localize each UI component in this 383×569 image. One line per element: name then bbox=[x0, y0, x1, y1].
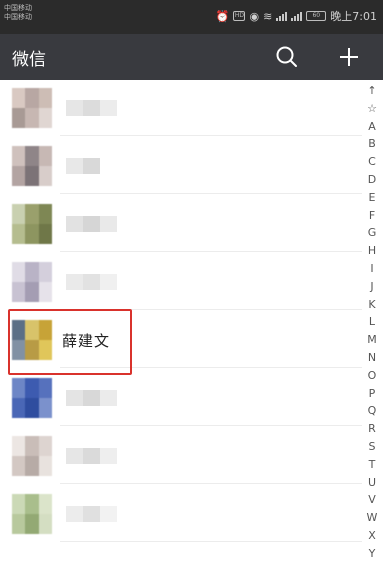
highlight-box bbox=[8, 309, 132, 375]
index-letter[interactable]: L bbox=[365, 313, 379, 331]
contact-row[interactable] bbox=[0, 254, 362, 310]
app-bar: 微信 bbox=[0, 34, 383, 80]
index-letter[interactable]: C bbox=[365, 153, 379, 171]
avatar bbox=[12, 204, 52, 244]
index-letter[interactable]: P bbox=[365, 385, 379, 403]
contact-name-redacted bbox=[66, 390, 117, 406]
index-letter[interactable]: ☆ bbox=[365, 100, 379, 118]
search-icon bbox=[276, 46, 297, 67]
alphabet-index-bar[interactable]: ↑ ☆ A B C D E F G H I J K L M N O P Q R S T U V W X Y bbox=[365, 82, 379, 562]
index-letter[interactable]: Y bbox=[365, 545, 379, 563]
contact-name-redacted bbox=[66, 216, 117, 232]
avatar bbox=[12, 88, 52, 128]
contact-name-redacted bbox=[66, 506, 117, 522]
contact-row[interactable] bbox=[0, 370, 362, 426]
battery-icon: 60 bbox=[306, 11, 327, 21]
index-letter[interactable]: Q bbox=[365, 402, 379, 420]
contact-row[interactable] bbox=[0, 80, 362, 136]
index-letter[interactable]: E bbox=[365, 189, 379, 207]
signal-icon-1 bbox=[276, 11, 288, 21]
contact-row[interactable] bbox=[0, 196, 362, 252]
contact-row[interactable] bbox=[0, 138, 362, 194]
carrier-info: 中国移动 中国移动 bbox=[4, 4, 32, 22]
index-letter[interactable]: T bbox=[365, 456, 379, 474]
index-letter[interactable]: G bbox=[365, 224, 379, 242]
row-divider bbox=[60, 425, 362, 426]
index-letter[interactable]: W bbox=[365, 509, 379, 527]
index-letter[interactable]: F bbox=[365, 207, 379, 225]
index-letter[interactable]: M bbox=[365, 331, 379, 349]
plus-icon bbox=[340, 48, 358, 66]
index-letter[interactable]: V bbox=[365, 491, 379, 509]
index-letter[interactable]: I bbox=[365, 260, 379, 278]
row-divider bbox=[60, 135, 362, 136]
page-title: 微信 bbox=[12, 50, 46, 70]
signal-icon-2 bbox=[291, 11, 303, 21]
avatar bbox=[12, 436, 52, 476]
contact-name-redacted bbox=[66, 448, 117, 464]
index-letter[interactable]: K bbox=[365, 296, 379, 314]
avatar bbox=[12, 146, 52, 186]
alarm-icon: ⏰ bbox=[215, 9, 230, 23]
contact-name-redacted bbox=[66, 158, 100, 174]
carrier-name-1: 中国移动 bbox=[4, 4, 32, 12]
contact-name-redacted bbox=[66, 100, 117, 116]
index-letter[interactable]: R bbox=[365, 420, 379, 438]
eye-icon: ◉ bbox=[249, 9, 260, 23]
contact-row[interactable] bbox=[0, 428, 362, 484]
index-letter[interactable]: U bbox=[365, 474, 379, 492]
avatar bbox=[12, 378, 52, 418]
row-divider bbox=[60, 541, 362, 542]
avatar bbox=[12, 494, 52, 534]
index-letter[interactable]: X bbox=[365, 527, 379, 545]
index-letter[interactable]: A bbox=[365, 118, 379, 136]
index-letter[interactable]: S bbox=[365, 438, 379, 456]
avatar bbox=[12, 262, 52, 302]
index-letter[interactable]: N bbox=[365, 349, 379, 367]
row-divider bbox=[60, 251, 362, 252]
wifi-icon: ≋ bbox=[263, 9, 273, 23]
row-divider bbox=[60, 193, 362, 194]
status-time: 晚上7:01 bbox=[330, 10, 377, 23]
index-letter[interactable]: O bbox=[365, 367, 379, 385]
index-letter[interactable]: ↑ bbox=[365, 82, 379, 100]
index-letter[interactable]: H bbox=[365, 242, 379, 260]
contact-row[interactable] bbox=[0, 486, 362, 542]
status-bar: 中国移动 中国移动 ⏰ HD ◉ ≋ 60 晚上7:01 bbox=[0, 0, 383, 34]
contact-name-redacted bbox=[66, 274, 117, 290]
search-button[interactable] bbox=[272, 42, 302, 72]
index-letter[interactable]: B bbox=[365, 135, 379, 153]
row-divider bbox=[60, 483, 362, 484]
status-icons: ⏰ HD ◉ ≋ 60 晚上7:01 bbox=[216, 8, 377, 24]
index-letter[interactable]: J bbox=[365, 278, 379, 296]
add-button[interactable] bbox=[334, 42, 364, 72]
index-letter[interactable]: D bbox=[365, 171, 379, 189]
carrier-name-2: 中国移动 bbox=[4, 13, 32, 21]
hd-icon: HD bbox=[233, 11, 246, 21]
